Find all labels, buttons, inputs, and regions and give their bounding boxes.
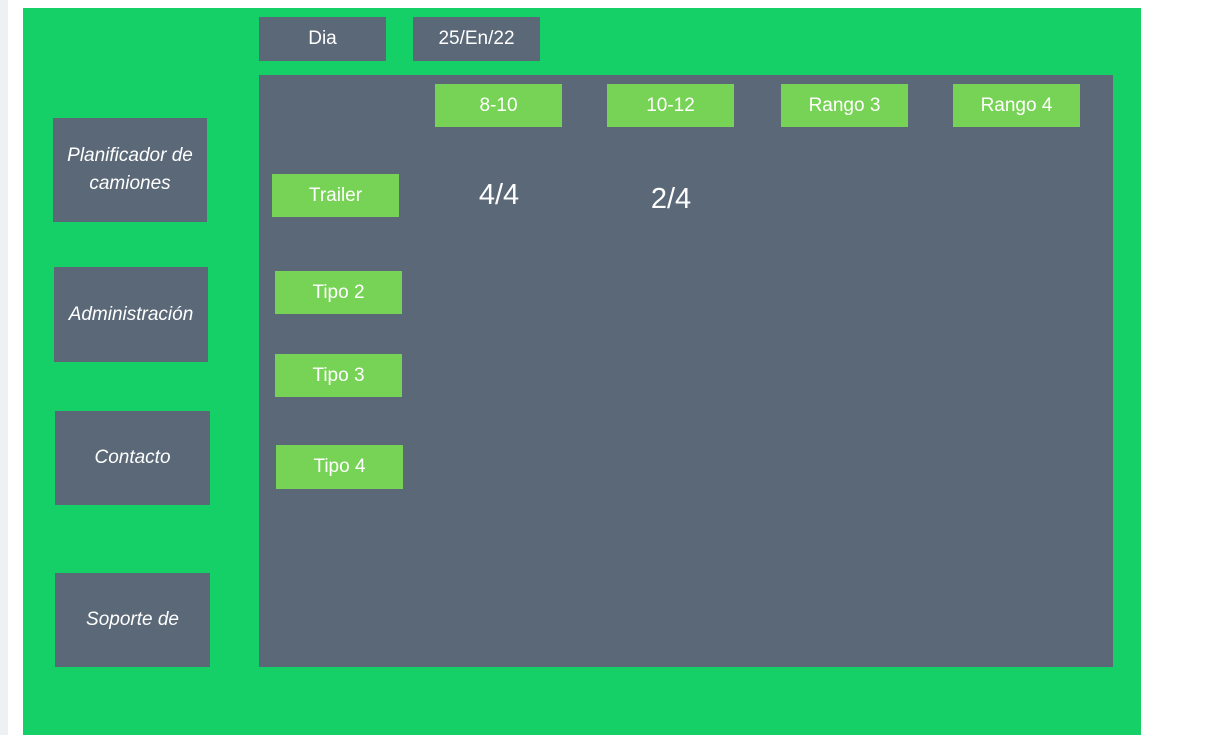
sidebar-item-label: Contacto [94, 447, 171, 468]
range-header-10-12[interactable]: 10-12 [607, 84, 734, 127]
window-edge [0, 0, 8, 735]
range-header-rango-4[interactable]: Rango 4 [953, 84, 1080, 127]
sidebar-item-label: Administración [68, 303, 194, 325]
sidebar-item-contacto[interactable]: Contacto [55, 411, 210, 505]
type-row-label: Trailer [308, 184, 363, 206]
type-row-tipo-4[interactable]: Tipo 4 [276, 445, 403, 489]
type-row-label: Tipo 4 [313, 456, 366, 477]
sidebar-item-planificador[interactable]: Planificador de camiones [53, 118, 207, 222]
type-row-trailer[interactable]: Trailer [272, 174, 399, 217]
date-field[interactable]: 25/En/22 [413, 17, 540, 61]
day-label: Dia [308, 28, 337, 49]
range-header-label: 8-10 [479, 94, 518, 116]
type-row-label: Tipo 3 [312, 364, 365, 386]
sidebar-item-soporte[interactable]: Soporte de [55, 573, 210, 667]
type-row-label: Tipo 2 [312, 281, 365, 303]
range-header-rango-3[interactable]: Rango 3 [781, 84, 908, 127]
app-canvas: Dia 25/En/22 Planificador de camiones Ad… [23, 8, 1141, 735]
day-label-field: Dia [259, 17, 386, 61]
sidebar-item-label: Planificador de camiones [67, 145, 193, 194]
range-header-label: Rango 3 [808, 94, 881, 116]
cell-trailer-10-12[interactable]: 2/4 [621, 183, 721, 216]
type-row-tipo-3[interactable]: Tipo 3 [275, 354, 402, 397]
type-row-tipo-2[interactable]: Tipo 2 [275, 271, 402, 314]
range-header-8-10[interactable]: 8-10 [435, 84, 562, 127]
range-header-label: 10-12 [646, 94, 695, 116]
sidebar-item-administracion[interactable]: Administración [54, 267, 208, 362]
range-header-label: Rango 4 [980, 94, 1053, 116]
sidebar-item-label: Soporte de [86, 609, 179, 630]
cell-trailer-8-10[interactable]: 4/4 [449, 179, 549, 212]
date-value: 25/En/22 [438, 28, 515, 49]
schedule-panel: 8-10 10-12 Rango 3 Rango 4 Trailer Tipo … [259, 75, 1113, 667]
